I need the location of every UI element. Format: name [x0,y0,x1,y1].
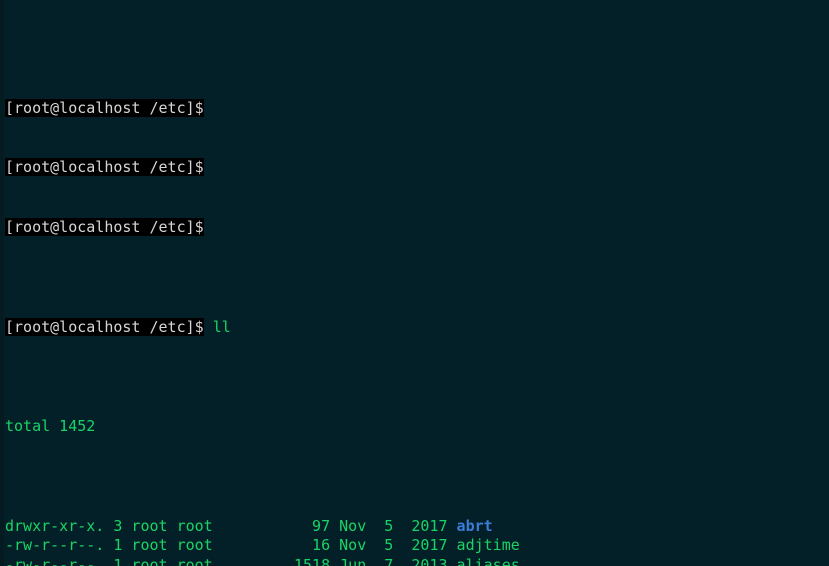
listing-row: -rw-r--r--. 1 root root 1518 Jun 7 2013 … [5,556,646,566]
listing-row-meta: -rw-r--r--. 1 root root 1518 Jun 7 2013 [5,556,457,566]
listing-row-meta: -rw-r--r--. 1 root root 16 Nov 5 2017 [5,536,457,555]
shell-prompt: [root@localhost /etc]$ [5,218,204,237]
directory-listing: drwxr-xr-x. 3 root root 97 Nov 5 2017 ab… [5,517,646,566]
listing-row: drwxr-xr-x. 3 root root 97 Nov 5 2017 ab… [5,517,646,537]
listing-total: total 1452 [5,417,96,436]
listing-row-name: abrt [456,516,493,535]
listing-row: -rw-r--r--. 1 root root 16 Nov 5 2017 ad… [5,536,646,556]
shell-prompt: [root@localhost /etc]$ [5,158,204,177]
command-text: ll [212,317,231,336]
terminal-left-edge [0,0,4,566]
terminal-screen[interactable]: [root@localhost /etc]$ [root@localhost /… [5,19,646,566]
shell-prompt: [root@localhost /etc]$ [5,317,204,336]
prompt-line: [root@localhost /etc]$ [5,218,646,238]
listing-row-meta: drwxr-xr-x. 3 root root 97 Nov 5 2017 [5,516,457,535]
terminal-window[interactable]: [root@localhost /etc]$ [root@localhost /… [0,0,829,566]
prompt-line: [root@localhost /etc]$ [5,158,646,178]
shell-prompt: [root@localhost /etc]$ [5,98,204,117]
listing-row-name: aliases [456,556,520,566]
prompt-line: [root@localhost /etc]$ [5,98,646,119]
listing-row-name: adjtime [456,536,520,555]
command-line: [root@localhost /etc]$ ll [5,317,646,338]
